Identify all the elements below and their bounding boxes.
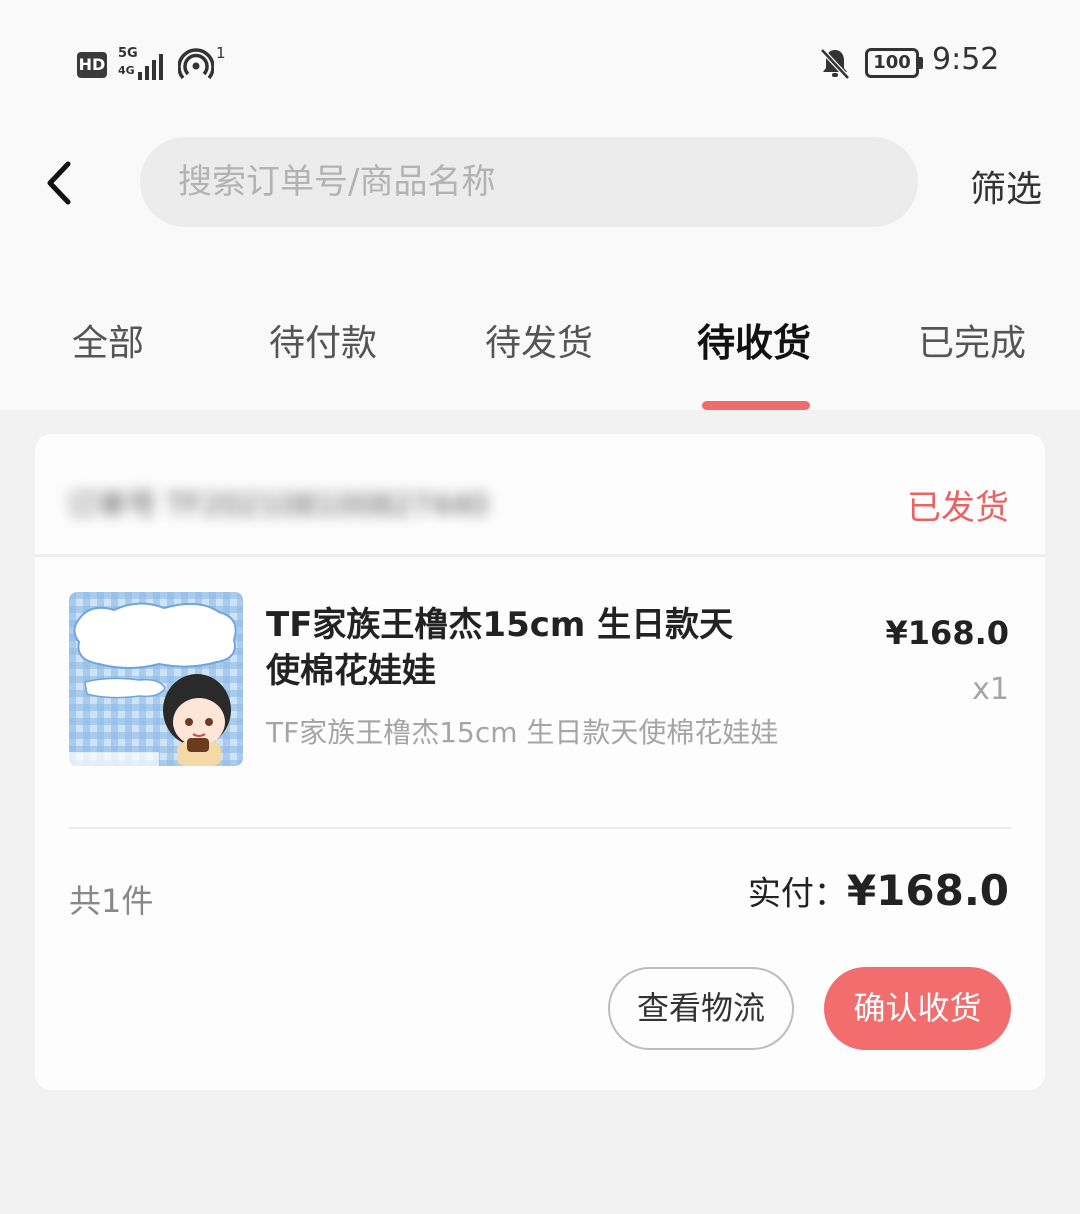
clock: 9:52 xyxy=(932,42,1000,77)
order-header: 订单号 TF202108100827440 已发货 xyxy=(35,434,1045,554)
filter-button[interactable]: 筛选 xyxy=(970,160,1042,212)
battery-indicator: 100 xyxy=(865,48,919,78)
product-thumbnail[interactable] xyxy=(69,592,243,766)
network-type-label: 5G xyxy=(118,46,138,61)
tab-completed[interactable]: 已完成 xyxy=(918,314,1026,366)
divider xyxy=(35,554,1045,557)
total-label: 实付： xyxy=(747,873,847,913)
tab-pending-receipt[interactable]: 待收货 xyxy=(697,312,811,367)
item-count: 共1件 xyxy=(69,882,154,920)
order-status-badge: 已发货 xyxy=(907,488,1009,528)
divider xyxy=(69,827,1011,829)
tab-pending-payment[interactable]: 待付款 xyxy=(269,314,377,366)
view-logistics-button[interactable]: 查看物流 xyxy=(608,967,794,1050)
battery-tip xyxy=(919,57,923,69)
order-card[interactable]: 订单号 TF202108100827440 已发货 TF家族王橹杰15cm 生日… xyxy=(35,434,1045,1090)
cell-signal-icon: 5G 4G xyxy=(118,46,170,80)
total-amount: ¥168.0 xyxy=(846,866,1009,915)
hotspot-count: 1 xyxy=(216,44,226,62)
confirm-receipt-button[interactable]: 确认收货 xyxy=(824,967,1011,1050)
active-tab-indicator xyxy=(702,401,810,410)
network-sub-label: 4G xyxy=(118,64,135,77)
search-bar xyxy=(140,137,918,227)
hotspot-icon xyxy=(178,48,214,80)
back-arrow-icon[interactable] xyxy=(40,158,84,208)
product-title[interactable]: TF家族王橹杰15cm 生日款天使棉花娃娃 xyxy=(266,602,766,694)
tab-pending-shipment[interactable]: 待发货 xyxy=(485,314,593,366)
product-price: ¥168.0 xyxy=(885,614,1009,652)
search-input[interactable] xyxy=(178,137,878,227)
mute-bell-icon xyxy=(820,48,850,80)
product-spec: TF家族王橹杰15cm 生日款天使棉花娃娃 xyxy=(266,716,779,749)
status-bar: HD 5G 4G 1 100 9:52 xyxy=(0,0,1080,120)
order-number: 订单号 TF202108100827440 xyxy=(67,488,489,523)
product-quantity: x1 xyxy=(972,672,1009,707)
order-total: 实付：¥168.0 xyxy=(748,866,1009,915)
hd-icon: HD xyxy=(77,52,107,78)
tab-all[interactable]: 全部 xyxy=(72,314,144,366)
